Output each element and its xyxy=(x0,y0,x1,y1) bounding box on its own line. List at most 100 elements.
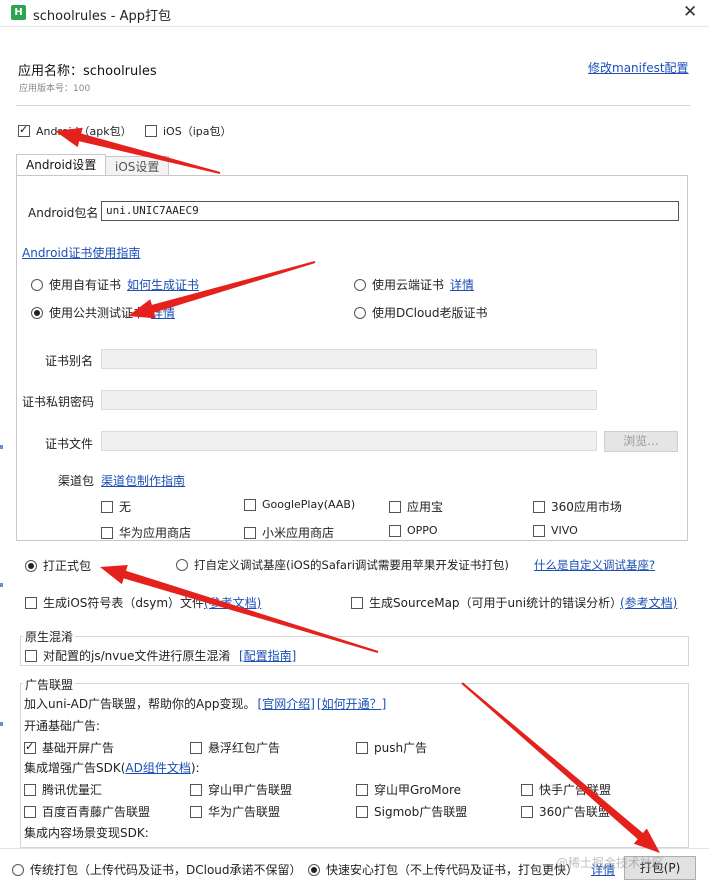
cert-own-radio[interactable] xyxy=(31,278,43,291)
build-custom-option[interactable]: 打自定义调试基座(iOS的Safari调试需要用苹果开发证书打包) xyxy=(176,557,509,573)
cert-option-public-test[interactable]: 使用公共测试证书 详情 xyxy=(31,304,175,321)
channel-checkbox[interactable] xyxy=(101,526,113,539)
ads-basic-item[interactable]: 基础开屏广告 xyxy=(24,739,114,756)
cert-public-radio[interactable] xyxy=(31,306,43,319)
cert-password-input[interactable] xyxy=(101,390,597,410)
ads-sdk-checkbox[interactable] xyxy=(356,783,368,796)
channel-checkbox[interactable] xyxy=(389,524,401,537)
ads-basic-checkbox[interactable] xyxy=(356,741,368,754)
browse-button[interactable]: 浏览... xyxy=(604,431,678,452)
package-name-label: Android包名 xyxy=(28,206,99,220)
ads-official-intro-link[interactable]: [官网介绍] xyxy=(258,695,315,712)
cert-option-dcloud-legacy[interactable]: 使用DCloud老版证书 xyxy=(354,304,488,321)
edge-mark xyxy=(0,583,3,587)
hbuilder-app-icon: H xyxy=(11,5,26,20)
ads-sdk-checkbox[interactable] xyxy=(24,805,36,818)
cert-guide-link[interactable]: Android证书使用指南 xyxy=(22,244,140,261)
ads-sdk-item[interactable]: 腾讯优量汇 xyxy=(24,781,102,798)
ads-sdk-item[interactable]: 穿山甲广告联盟 xyxy=(190,781,292,798)
ads-intro: 加入uni-AD广告联盟，帮助你的App变现。 [官网介绍] [如何开通？] xyxy=(24,695,386,712)
ads-sdk-checkbox[interactable] xyxy=(521,805,533,818)
ads-basic-checkbox[interactable] xyxy=(190,741,202,754)
cert-public-detail-link[interactable]: 详情 xyxy=(151,304,175,321)
cert-cloud-radio[interactable] xyxy=(354,278,366,291)
ads-sdk-checkbox[interactable] xyxy=(356,805,368,818)
channel-guide-link[interactable]: 渠道包制作指南 xyxy=(101,472,185,489)
sourcemap-checkbox[interactable] xyxy=(351,596,363,609)
ads-how-to-enable-link[interactable]: [如何开通？] xyxy=(317,695,386,712)
channel-item[interactable]: 华为应用商店 xyxy=(101,524,191,541)
ads-basic-item[interactable]: push广告 xyxy=(356,739,427,756)
ads-sdk-label: 腾讯优量汇 xyxy=(42,783,103,797)
channel-item[interactable]: 360应用市场 xyxy=(533,498,622,515)
channel-label-text: 小米应用商店 xyxy=(262,526,335,540)
traditional-pack-option[interactable]: 传统打包（上传代码及证书，DCloud承诺不保留） xyxy=(12,861,302,878)
channel-label-text: 360应用市场 xyxy=(551,500,622,514)
channel-checkbox[interactable] xyxy=(101,500,113,513)
sourcemap-doc-link[interactable]: (参考文档) xyxy=(620,594,677,611)
channel-item[interactable]: 无 xyxy=(101,498,131,515)
channel-item[interactable]: OPPO xyxy=(389,524,438,537)
channel-checkbox[interactable] xyxy=(533,524,545,537)
package-name-input[interactable]: uni.UNIC7AAEC9 xyxy=(101,201,679,221)
cert-file-input[interactable] xyxy=(101,431,597,451)
android-checkbox[interactable] xyxy=(18,123,30,137)
tab-ios-settings[interactable]: iOS设置 xyxy=(105,156,170,177)
traditional-pack-radio[interactable] xyxy=(12,863,24,876)
ads-sdk-item[interactable]: 穿山甲GroMore xyxy=(356,781,461,798)
channel-label-text: 无 xyxy=(119,500,132,514)
cert-alias-input[interactable] xyxy=(101,349,597,369)
ad-component-doc-link[interactable]: AD组件文档 xyxy=(125,759,190,776)
cert-public-label: 使用公共测试证书 xyxy=(49,306,146,320)
ios-dsym-option[interactable]: 生成iOS符号表（dsym）文件 xyxy=(25,594,204,611)
edit-manifest-link[interactable]: 修改manifest配置 xyxy=(588,59,689,76)
ads-sdk-checkbox[interactable] xyxy=(521,783,533,796)
channel-item[interactable]: GooglePlay(AAB) xyxy=(244,498,355,511)
platform-ios[interactable]: iOS（ipa包） xyxy=(145,123,231,139)
channel-label-text: OPPO xyxy=(407,524,438,537)
ads-sdk-checkbox[interactable] xyxy=(190,783,202,796)
how-to-generate-cert-link[interactable]: 如何生成证书 xyxy=(127,276,199,293)
fast-pack-radio[interactable] xyxy=(308,863,320,876)
sourcemap-option[interactable]: 生成SourceMap（可用于uni统计的错误分析） xyxy=(351,594,622,611)
channel-checkbox[interactable] xyxy=(389,500,401,513)
obfuscation-option[interactable]: 对配置的js/nvue文件进行原生混淆 xyxy=(25,647,230,664)
obfuscation-guide-link[interactable]: [配置指南] xyxy=(239,647,296,664)
channel-item[interactable]: 应用宝 xyxy=(389,498,443,515)
ads-sdk-item[interactable]: Sigmob广告联盟 xyxy=(356,803,467,820)
tab-android-settings[interactable]: Android设置 xyxy=(16,154,107,176)
ads-sdk-item[interactable]: 华为广告联盟 xyxy=(190,803,280,820)
ads-content-heading: 集成内容场景变现SDK: xyxy=(24,826,149,840)
ios-dsym-checkbox[interactable] xyxy=(25,596,37,609)
cert-option-own[interactable]: 使用自有证书 如何生成证书 xyxy=(31,276,199,293)
channel-item[interactable]: VIVO xyxy=(533,524,578,537)
ads-sdk-checkbox[interactable] xyxy=(24,783,36,796)
build-custom-radio[interactable] xyxy=(176,559,188,571)
channel-item[interactable]: 小米应用商店 xyxy=(244,524,334,541)
ads-sdk-item[interactable]: 360广告联盟 xyxy=(521,803,610,820)
channel-label-text: VIVO xyxy=(551,524,578,537)
obfuscation-checkbox[interactable] xyxy=(25,649,37,662)
platform-android[interactable]: Android（apk包） xyxy=(18,123,132,139)
ios-dsym-label: 生成iOS符号表（dsym）文件 xyxy=(43,596,205,610)
ads-sdk-item[interactable]: 快手广告联盟 xyxy=(521,781,611,798)
fast-pack-option[interactable]: 快速安心打包（不上传代码及证书，打包更快） xyxy=(308,861,578,878)
ios-checkbox[interactable] xyxy=(145,125,157,137)
channel-checkbox[interactable] xyxy=(533,500,545,513)
build-formal-option[interactable]: 打正式包 xyxy=(25,557,91,574)
watermark: @稀土掘金技术社区 xyxy=(556,856,665,870)
ads-sdk-item[interactable]: 百度百青藤广告联盟 xyxy=(24,803,150,820)
channel-checkbox[interactable] xyxy=(244,498,256,511)
cert-legacy-radio[interactable] xyxy=(354,306,366,319)
ads-sdk-checkbox[interactable] xyxy=(190,805,202,818)
ads-basic-item[interactable]: 悬浮红包广告 xyxy=(190,739,280,756)
cert-cloud-detail-link[interactable]: 详情 xyxy=(450,276,474,293)
ios-dsym-doc-link[interactable]: (参考文档) xyxy=(204,594,261,611)
app-version: 应用版本号：100 xyxy=(19,84,91,94)
channel-checkbox[interactable] xyxy=(244,526,256,539)
cert-option-cloud[interactable]: 使用云端证书 详情 xyxy=(354,276,474,293)
close-icon[interactable]: ✕ xyxy=(683,2,697,22)
ads-basic-checkbox[interactable] xyxy=(24,740,36,754)
build-formal-radio[interactable] xyxy=(25,559,37,572)
custom-base-help-link[interactable]: 什么是自定义调试基座? xyxy=(534,557,655,573)
